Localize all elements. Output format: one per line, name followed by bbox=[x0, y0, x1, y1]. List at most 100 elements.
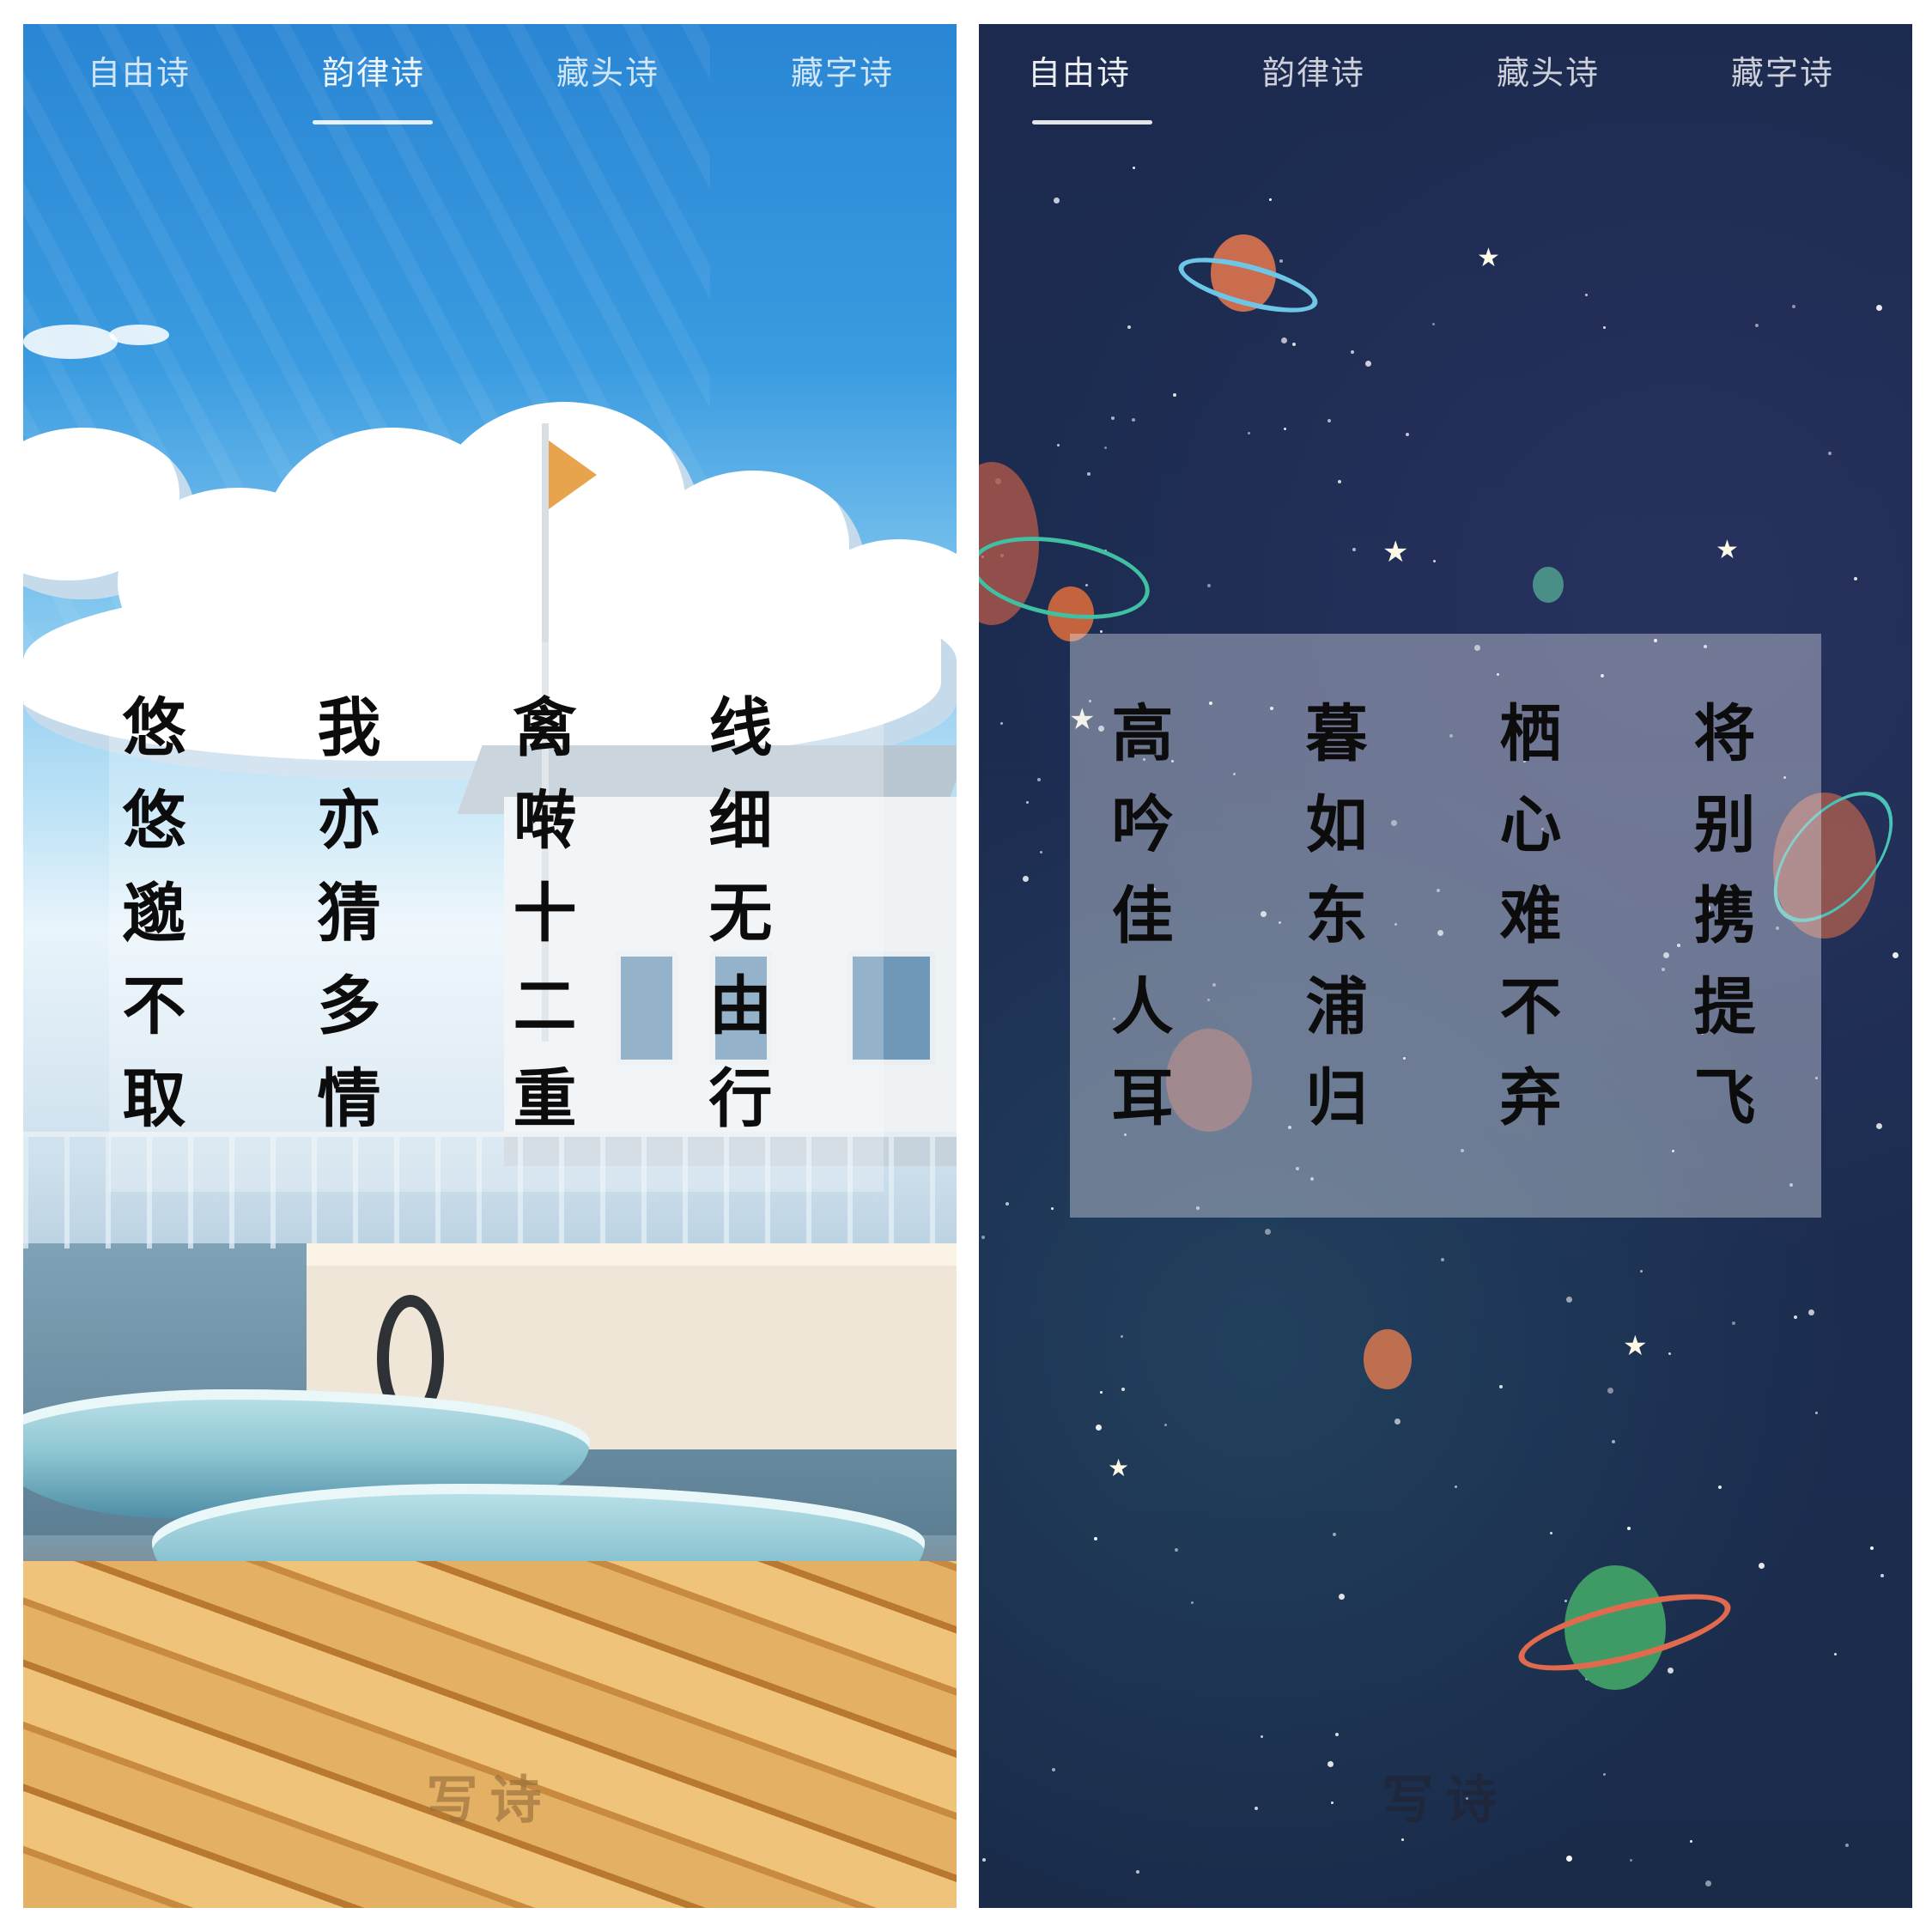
star-speck bbox=[1718, 1485, 1722, 1489]
star-speck bbox=[1870, 1546, 1874, 1550]
phone-screen-left: 自由诗 韵律诗 藏头诗 藏字诗 悠悠邈不取 我亦猜多情 禽啭十二重 线细无由行 … bbox=[23, 24, 957, 1908]
star-icon: ★ bbox=[1716, 535, 1739, 565]
star-speck bbox=[1705, 1880, 1711, 1886]
star-speck bbox=[1207, 584, 1211, 587]
star-speck bbox=[1564, 1600, 1567, 1602]
star-speck bbox=[1845, 1844, 1849, 1847]
star-speck bbox=[1352, 548, 1356, 551]
poem-panel: 悠悠邈不取 我亦猜多情 禽啭十二重 线细无由行 bbox=[109, 642, 884, 1192]
star-speck bbox=[1394, 1419, 1400, 1425]
star-speck bbox=[1094, 1537, 1097, 1540]
star-speck bbox=[1191, 1601, 1194, 1604]
star-speck bbox=[1607, 1388, 1613, 1394]
tab-acrostic[interactable]: 藏头诗 bbox=[1479, 46, 1617, 94]
star-speck bbox=[1690, 1840, 1692, 1843]
star-speck bbox=[1279, 259, 1283, 263]
star-speck bbox=[1876, 305, 1882, 311]
poem-line-3: 禽啭十二重 bbox=[502, 694, 576, 1157]
tab-rhythmic-verse[interactable]: 韵律诗 bbox=[305, 46, 442, 94]
active-tab-indicator bbox=[1032, 120, 1152, 125]
star-speck bbox=[1255, 1807, 1258, 1810]
star-speck bbox=[1121, 1388, 1125, 1391]
star-speck bbox=[1668, 1668, 1674, 1674]
star-speck bbox=[1792, 305, 1795, 308]
star-speck bbox=[1132, 418, 1135, 422]
star-speck bbox=[1023, 876, 1029, 882]
poem-line-1: 悠悠邈不取 bbox=[112, 694, 185, 1157]
star-speck bbox=[1040, 851, 1042, 854]
star-speck bbox=[1893, 952, 1899, 958]
star-speck bbox=[1284, 428, 1286, 430]
star-speck bbox=[1052, 1768, 1055, 1771]
star-speck bbox=[1566, 1297, 1572, 1303]
star-speck bbox=[1327, 1761, 1334, 1767]
star-speck bbox=[1339, 1594, 1345, 1600]
star-speck bbox=[1794, 1315, 1797, 1319]
star-speck bbox=[1668, 1352, 1671, 1355]
tab-acrostic[interactable]: 藏头诗 bbox=[539, 46, 677, 94]
star-speck bbox=[1759, 1563, 1765, 1569]
star-speck bbox=[1880, 1574, 1884, 1577]
star-speck bbox=[1261, 1735, 1263, 1738]
tab-hidden-word[interactable]: 藏字诗 bbox=[774, 46, 911, 94]
star-speck bbox=[982, 1858, 986, 1862]
star-speck bbox=[1104, 447, 1107, 449]
poem-line-4: 将别携提飞 bbox=[1683, 701, 1756, 1156]
star-speck bbox=[1432, 323, 1435, 325]
star-speck bbox=[1365, 361, 1371, 367]
star-speck bbox=[1026, 801, 1029, 804]
star-speck bbox=[1331, 1801, 1334, 1804]
star-speck bbox=[1401, 1838, 1404, 1841]
star-speck bbox=[1603, 1773, 1606, 1776]
star-speck bbox=[1335, 1733, 1339, 1736]
star-speck bbox=[1269, 198, 1272, 201]
poem-line-2: 暮如东浦归 bbox=[1295, 701, 1368, 1156]
star-icon: ★ bbox=[1108, 1454, 1130, 1482]
poem-line-4: 线细无由行 bbox=[698, 694, 772, 1157]
star-speck bbox=[1136, 1870, 1139, 1874]
star-speck bbox=[1854, 577, 1857, 580]
star-speck bbox=[1327, 419, 1331, 422]
star-speck bbox=[1127, 325, 1131, 329]
star-speck bbox=[1612, 1440, 1615, 1443]
write-poem-button[interactable]: 写诗 bbox=[396, 1759, 585, 1833]
star-speck bbox=[1175, 1548, 1178, 1552]
tab-rhythmic-verse[interactable]: 韵律诗 bbox=[1245, 46, 1382, 94]
star-speck bbox=[1100, 630, 1103, 633]
tab-bar: 自由诗 韵律诗 藏头诗 藏字诗 bbox=[23, 24, 957, 153]
star-icon: ★ bbox=[1382, 535, 1409, 569]
poem-line-3: 栖心难不弃 bbox=[1489, 701, 1562, 1156]
star-speck bbox=[1455, 1485, 1457, 1488]
star-speck bbox=[1406, 433, 1409, 436]
planet-small-teal bbox=[1533, 567, 1564, 603]
star-speck bbox=[1603, 326, 1606, 329]
star-icon: ★ bbox=[1477, 243, 1500, 273]
phone-screen-right: ★ ★ ★ ★ ★ ★ 自由诗 韵律诗 藏头诗 藏字诗 高吟佳人耳 暮如东浦归 … bbox=[979, 24, 1912, 1908]
star-speck bbox=[1834, 1653, 1837, 1656]
star-speck bbox=[1292, 343, 1296, 346]
poem-line-2: 我亦猜多情 bbox=[307, 694, 380, 1157]
tab-free-verse[interactable]: 自由诗 bbox=[70, 46, 208, 94]
star-speck bbox=[1441, 1258, 1444, 1261]
star-speck bbox=[1433, 560, 1436, 562]
planet-small-orange bbox=[1364, 1329, 1412, 1389]
star-speck bbox=[981, 1236, 985, 1239]
tab-free-verse[interactable]: 自由诗 bbox=[1011, 46, 1148, 94]
poem-line-1: 高吟佳人耳 bbox=[1101, 701, 1174, 1156]
poem-panel: 高吟佳人耳 暮如东浦归 栖心难不弃 将别携提飞 bbox=[1070, 634, 1821, 1218]
star-speck bbox=[1627, 1527, 1631, 1530]
star-speck bbox=[1281, 337, 1287, 343]
write-poem-button[interactable]: 写诗 bbox=[1352, 1759, 1540, 1833]
star-speck bbox=[1815, 1412, 1818, 1414]
star-speck bbox=[1630, 1859, 1632, 1862]
star-speck bbox=[1808, 1309, 1814, 1315]
star-speck bbox=[1054, 197, 1060, 204]
star-speck bbox=[1096, 1425, 1102, 1431]
star-speck bbox=[1037, 778, 1041, 781]
star-speck bbox=[1351, 350, 1354, 354]
star-speck bbox=[1087, 472, 1091, 476]
star-speck bbox=[1121, 1335, 1123, 1338]
star-speck bbox=[1164, 1424, 1167, 1426]
star-icon: ★ bbox=[1623, 1329, 1648, 1362]
tab-hidden-word[interactable]: 藏字诗 bbox=[1714, 46, 1851, 94]
